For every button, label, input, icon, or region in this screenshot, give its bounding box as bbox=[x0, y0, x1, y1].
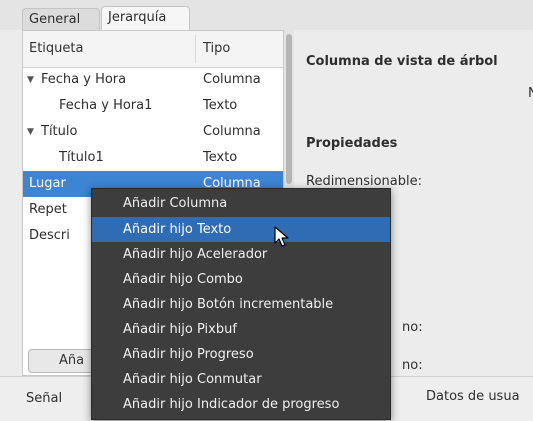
menu-item-add-child-accelerator[interactable]: Añadir hijo Acelerador bbox=[92, 242, 390, 267]
row-label: Repet bbox=[29, 202, 67, 217]
scrollbar-thumb[interactable] bbox=[286, 34, 292, 184]
tree-row[interactable]: Título1 Texto bbox=[23, 145, 283, 171]
menu-item-add-column[interactable]: Añadir Columna bbox=[92, 191, 390, 216]
mouse-pointer-icon bbox=[274, 226, 289, 247]
expander-down-icon[interactable]: ▼ bbox=[27, 67, 34, 93]
menu-item-add-child-toggle[interactable]: Añadir hijo Conmutar bbox=[92, 367, 390, 392]
column-header-label[interactable]: Etiqueta bbox=[29, 41, 83, 56]
section-heading: Propiedades bbox=[306, 136, 398, 151]
tree-row[interactable]: Fecha y Hora1 Texto bbox=[23, 93, 283, 119]
tab-jerarquia[interactable]: Jerarquía bbox=[101, 6, 190, 30]
row-type: Texto bbox=[203, 150, 238, 165]
truncated-text: N bbox=[528, 86, 533, 101]
row-type: Columna bbox=[203, 72, 261, 87]
resizable-label: Redimensionable: bbox=[306, 174, 422, 189]
menu-item-add-child-spinner[interactable]: Añadir hijo Indicador de progreso bbox=[92, 392, 390, 417]
header-divider bbox=[195, 35, 196, 63]
property-label: no: bbox=[402, 320, 423, 335]
row-label: Lugar bbox=[29, 176, 66, 191]
tab-general[interactable]: General bbox=[22, 8, 100, 30]
context-menu: Añadir Columna Añadir hijo Texto Añadir … bbox=[91, 188, 391, 420]
row-label: Fecha y Hora bbox=[41, 72, 127, 87]
tab-bar: General Jerarquía bbox=[0, 0, 533, 30]
menu-item-add-child-text[interactable]: Añadir hijo Texto bbox=[92, 217, 390, 242]
tree-header: Etiqueta Tipo bbox=[23, 31, 283, 68]
column-header-user-data[interactable]: Datos de usua bbox=[426, 389, 520, 404]
expander-down-icon[interactable]: ▼ bbox=[27, 119, 34, 145]
row-label: Título1 bbox=[59, 150, 104, 165]
row-type: Columna bbox=[203, 124, 261, 139]
row-label: Título bbox=[41, 124, 78, 139]
menu-item-add-child-pixbuf[interactable]: Añadir hijo Pixbuf bbox=[92, 317, 390, 342]
tree-row[interactable]: ▼ Título Columna bbox=[23, 119, 283, 145]
menu-item-add-child-spin[interactable]: Añadir hijo Botón incrementable bbox=[92, 292, 390, 317]
panel-title: Columna de vista de árbol bbox=[306, 54, 498, 69]
menu-item-add-child-progress[interactable]: Añadir hijo Progreso bbox=[92, 342, 390, 367]
menu-item-add-child-combo[interactable]: Añadir hijo Combo bbox=[92, 267, 390, 292]
row-label: Fecha y Hora1 bbox=[59, 98, 153, 113]
row-type: Texto bbox=[203, 98, 238, 113]
tree-row[interactable]: ▼ Fecha y Hora Columna bbox=[23, 67, 283, 93]
column-header-signal[interactable]: Señal bbox=[26, 391, 62, 406]
column-header-type[interactable]: Tipo bbox=[203, 41, 230, 56]
property-label: no: bbox=[402, 358, 423, 373]
row-label: Descri bbox=[29, 228, 70, 243]
